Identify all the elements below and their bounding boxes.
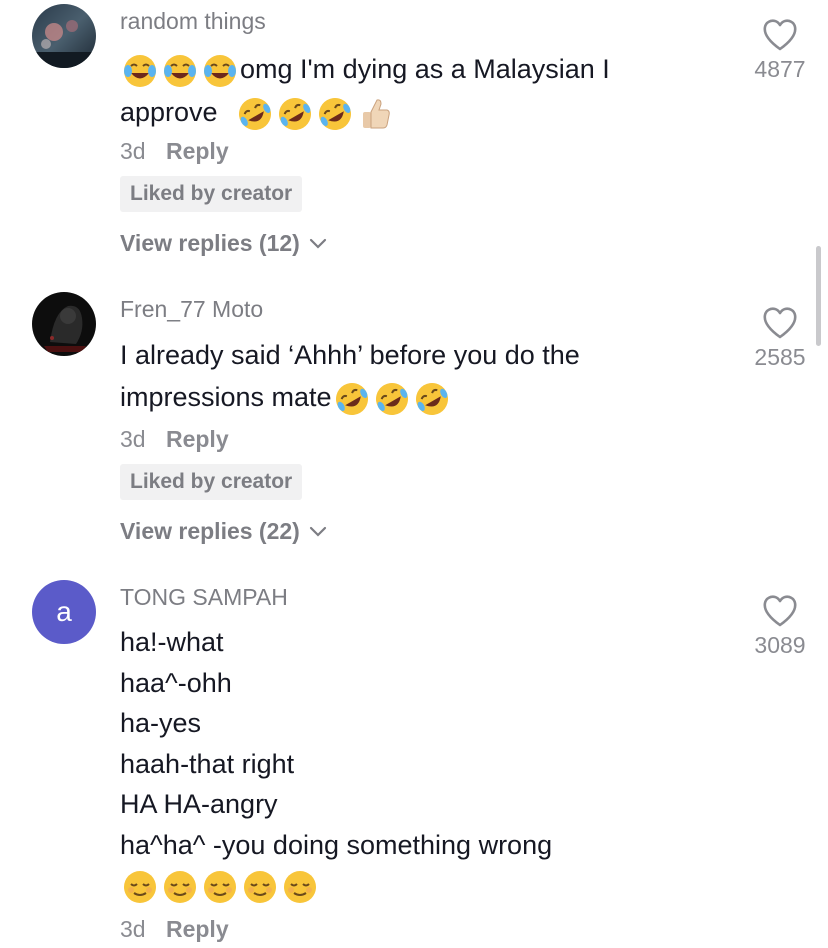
chevron-down-icon xyxy=(309,526,326,537)
comment-time: 3d xyxy=(120,426,146,452)
comment-meta: 3d Reply xyxy=(120,916,229,943)
reply-button[interactable]: Reply xyxy=(166,916,229,942)
relieved-emoji-icon xyxy=(164,870,196,903)
comment-text-line: impressions mate xyxy=(120,382,332,412)
like-count: 2585 xyxy=(754,344,806,370)
comment-text-line: approve xyxy=(120,96,218,127)
heart-outline-icon[interactable] xyxy=(762,594,798,628)
heart-outline-icon[interactable] xyxy=(762,18,798,52)
like-count: 4877 xyxy=(754,56,806,82)
comment-text-line: omg I'm dying as a Malaysian I xyxy=(240,54,610,84)
view-replies-button[interactable]: View replies (22) xyxy=(120,518,328,545)
rofl-emoji-icon xyxy=(335,382,368,415)
comment-text: ha!-what haa^-ohh ha-yes haah-that right… xyxy=(120,622,720,907)
like-count: 3089 xyxy=(754,632,806,658)
comment-username[interactable]: Fren_77 Moto xyxy=(120,296,263,323)
rofl-emoji-icon xyxy=(375,382,408,415)
comment-meta: 3d Reply xyxy=(120,426,229,453)
comment-time: 3d xyxy=(120,138,146,164)
relieved-emoji-icon xyxy=(284,870,316,903)
comment-text-line: HA HA-angry xyxy=(120,789,278,819)
view-replies-label: View replies (22) xyxy=(120,518,300,544)
rofl-emoji-icon xyxy=(279,97,312,130)
chevron-down-icon xyxy=(309,238,326,249)
joy-emoji-icon xyxy=(124,54,156,87)
comment-text-line: I already said ‘Ahhh’ before you do the xyxy=(120,340,580,370)
like-control[interactable]: 2585 xyxy=(744,306,816,371)
avatar[interactable] xyxy=(32,4,96,68)
joy-emoji-icon xyxy=(164,54,196,87)
rofl-emoji-icon xyxy=(319,97,352,130)
liked-by-creator-badge: Liked by creator xyxy=(120,176,303,212)
comment-text: I already said ‘Ahhh’ before you do the … xyxy=(120,334,720,419)
comment-time: 3d xyxy=(120,916,146,942)
rofl-emoji-icon xyxy=(239,97,272,130)
thumbs-up-emoji-icon xyxy=(363,99,390,129)
comment-username[interactable]: random things xyxy=(120,8,266,35)
joy-emoji-icon xyxy=(204,54,236,87)
emoji-group xyxy=(120,51,240,91)
comment-meta: 3d Reply xyxy=(120,138,229,165)
view-replies-label: View replies (12) xyxy=(120,230,300,256)
emoji-group xyxy=(332,379,452,419)
heart-outline-icon[interactable] xyxy=(762,306,798,340)
like-control[interactable]: 4877 xyxy=(744,18,816,83)
view-replies-button[interactable]: View replies (12) xyxy=(120,230,328,257)
avatar[interactable] xyxy=(32,292,96,356)
liked-by-creator-badge: Liked by creator xyxy=(120,464,303,500)
comment-text-line: ha-yes xyxy=(120,708,202,738)
relieved-emoji-icon xyxy=(124,870,156,903)
emoji-group xyxy=(235,94,395,134)
comment-text-line: ha^ha^ -you doing something wrong xyxy=(120,829,553,860)
reply-button[interactable]: Reply xyxy=(166,138,229,164)
rofl-emoji-icon xyxy=(415,382,448,415)
relieved-emoji-icon xyxy=(204,870,236,903)
reply-button[interactable]: Reply xyxy=(166,426,229,452)
emoji-group xyxy=(120,867,320,907)
scrollbar[interactable] xyxy=(816,246,821,346)
comment-text: omg I'm dying as a Malaysian I approve xyxy=(120,48,720,134)
comment-username[interactable]: TONG SAMPAH xyxy=(120,584,288,611)
comment-text-line: haa^-ohh xyxy=(120,667,232,698)
comment-text-line: haah-that right xyxy=(120,748,295,779)
comment-text-line: ha!-what xyxy=(120,627,224,657)
avatar[interactable]: a xyxy=(32,580,96,644)
like-control[interactable]: 3089 xyxy=(744,594,816,659)
relieved-emoji-icon xyxy=(244,870,276,903)
